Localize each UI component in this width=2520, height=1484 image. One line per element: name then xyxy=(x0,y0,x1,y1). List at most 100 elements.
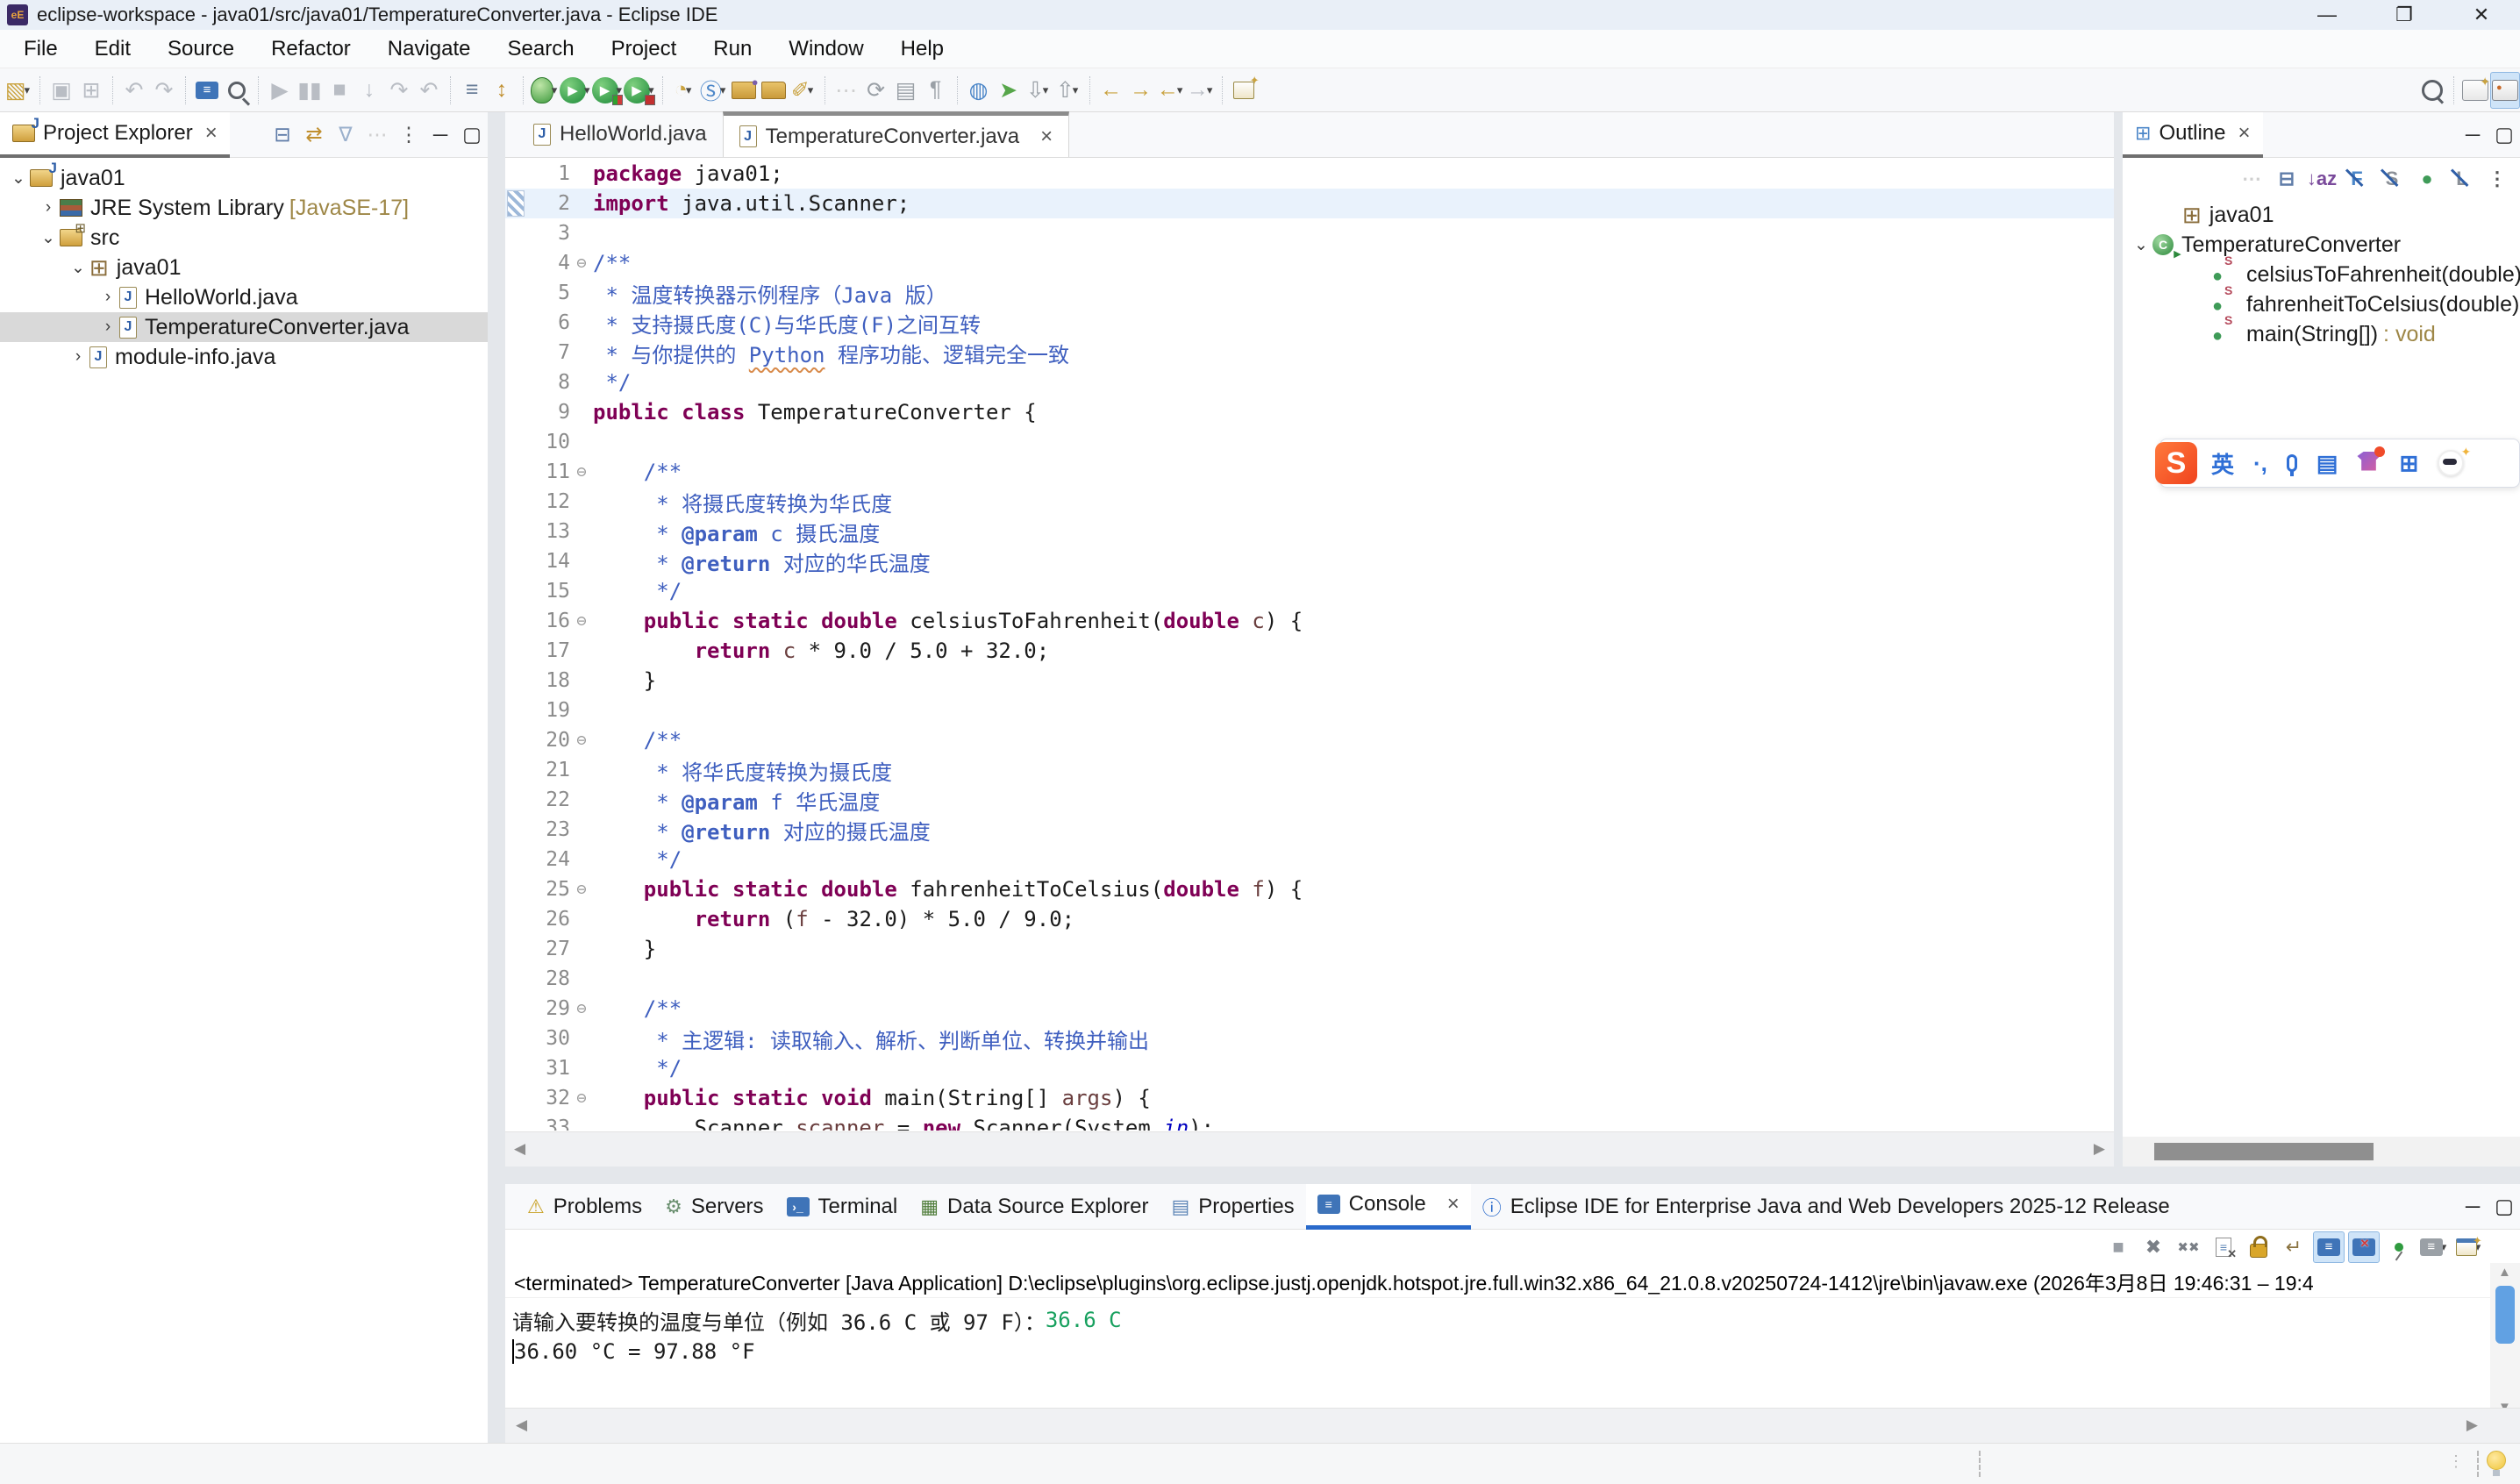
javaee-perspective-icon[interactable] xyxy=(2490,72,2520,109)
scroll-right-icon[interactable]: ▶ xyxy=(2094,1140,2105,1158)
maximize-icon[interactable]: ▢ xyxy=(2488,1188,2520,1226)
tab-console[interactable]: ≡Console× xyxy=(1306,1184,1471,1230)
code-line-27[interactable]: 27 } xyxy=(505,934,2114,964)
code-line-31[interactable]: 31 */ xyxy=(505,1053,2114,1083)
close-icon[interactable]: × xyxy=(1040,125,1053,149)
step-over-icon[interactable]: ↷ xyxy=(384,72,414,109)
editor-tab-temperatureconverter-java[interactable]: JTemperatureConverter.java× xyxy=(723,111,1070,157)
new-web-artifact-icon[interactable]: ◔▾ xyxy=(669,72,699,109)
code-line-29[interactable]: 29⊖ /** xyxy=(505,994,2114,1024)
view-menu-icon[interactable]: ⋮ xyxy=(2480,161,2515,196)
code-line-5[interactable]: 5 * 温度转换器示例程序（Java 版） xyxy=(505,278,2114,308)
open-terminal-icon[interactable] xyxy=(192,72,222,109)
export-icon[interactable] xyxy=(759,72,789,109)
hide-static-members-icon[interactable]: S xyxy=(2374,161,2409,196)
code-line-21[interactable]: 21 * 将华氏度转换为摄氏度 xyxy=(505,755,2114,785)
chevron-right-icon[interactable]: › xyxy=(96,288,119,307)
menu-refactor[interactable]: Refactor xyxy=(253,30,369,68)
code-line-16[interactable]: 16⊖ public static double celsiusToFahren… xyxy=(505,606,2114,636)
code-line-11[interactable]: 11⊖ /** xyxy=(505,457,2114,487)
editor-horizontal-scrollbar[interactable]: ◀ ▶ xyxy=(505,1131,2114,1167)
tab-problems[interactable]: ⚠Problems xyxy=(516,1184,653,1230)
display-selected-console-icon[interactable]: ▾ xyxy=(2418,1231,2450,1263)
outline-item-main-string-[interactable]: ●Smain(String[]) : void xyxy=(2123,319,2520,349)
tree-item-java01[interactable]: ⌄⊞java01 xyxy=(0,253,488,282)
maximize-icon[interactable]: ▢ xyxy=(456,116,488,154)
filter-icon[interactable]: ∇ xyxy=(330,116,361,154)
link-with-editor-icon[interactable] xyxy=(1229,72,1259,109)
chevron-right-icon[interactable]: › xyxy=(96,317,119,337)
close-icon[interactable]: × xyxy=(2238,121,2250,146)
show-stdout-icon[interactable] xyxy=(2313,1231,2345,1263)
coverage-icon[interactable]: ▶▾ xyxy=(592,72,625,109)
scroll-up-icon[interactable]: ▲ xyxy=(2498,1265,2511,1280)
code-line-15[interactable]: 15 */ xyxy=(505,576,2114,606)
collaboration-icon[interactable]: ⋯ xyxy=(832,72,861,109)
dropdown-arrow-icon[interactable]: ▾ xyxy=(1043,83,1049,97)
scroll-left-icon[interactable]: ◀ xyxy=(514,1140,525,1158)
dropdown-arrow-icon[interactable]: ▾ xyxy=(584,83,590,97)
tab-servers[interactable]: ⚙Servers xyxy=(653,1184,775,1230)
notifications-icon[interactable] xyxy=(2487,1451,2506,1470)
code-line-19[interactable]: 19 xyxy=(505,696,2114,725)
resume-icon[interactable]: ▶ xyxy=(265,72,295,109)
menu-navigate[interactable]: Navigate xyxy=(369,30,489,68)
search-dialog-icon[interactable] xyxy=(222,72,252,109)
terminate-icon[interactable]: ■ xyxy=(2102,1231,2134,1263)
fold-collapse-icon[interactable]: ⊖ xyxy=(570,611,593,631)
menu-edit[interactable]: Edit xyxy=(76,30,149,68)
pin-console-icon[interactable] xyxy=(2383,1231,2415,1263)
console-vertical-scrollbar[interactable]: ▲ ▼ xyxy=(2490,1263,2520,1416)
dropdown-arrow-icon[interactable]: ▾ xyxy=(1177,83,1183,97)
collaboration-icon[interactable]: ⋯ xyxy=(361,116,393,154)
dropdown-arrow-icon[interactable]: ▾ xyxy=(720,83,726,97)
tree-item-src[interactable]: ⌄src xyxy=(0,223,488,253)
tab-properties[interactable]: ▤Properties xyxy=(1160,1184,1305,1230)
scroll-right-icon[interactable]: ▶ xyxy=(2466,1416,2478,1434)
menu-source[interactable]: Source xyxy=(149,30,253,68)
code-line-17[interactable]: 17 return c * 9.0 / 5.0 + 32.0; xyxy=(505,636,2114,666)
show-whitespace-icon[interactable]: ¶ xyxy=(921,72,951,109)
remove-launch-icon[interactable]: ✖ xyxy=(2138,1231,2169,1263)
scroll-left-icon[interactable]: ◀ xyxy=(516,1416,527,1434)
ime-microphone-icon[interactable] xyxy=(2287,454,2297,472)
dropdown-arrow-icon[interactable]: ▾ xyxy=(686,83,692,97)
chevron-right-icon[interactable]: › xyxy=(37,198,60,218)
dropdown-arrow-icon[interactable]: ▾ xyxy=(552,83,558,97)
minimize-icon[interactable]: ─ xyxy=(2457,1188,2488,1226)
code-line-14[interactable]: 14 * @return 对应的华氏温度 xyxy=(505,546,2114,576)
outline-horizontal-scrollbar[interactable] xyxy=(2123,1137,2520,1167)
window-restore-button[interactable]: ❐ xyxy=(2366,0,2443,30)
ime-keyboard-icon[interactable]: ▤ xyxy=(2317,450,2338,477)
code-line-25[interactable]: 25⊖ public static double fahrenheitToCel… xyxy=(505,874,2114,904)
tree-item-helloworld-java[interactable]: ›JHelloWorld.java xyxy=(0,282,488,312)
link-with-editor-icon[interactable]: ⇄ xyxy=(298,116,330,154)
dropdown-arrow-icon[interactable]: ▾ xyxy=(25,83,31,97)
maximize-icon[interactable]: ▢ xyxy=(2488,116,2520,154)
code-line-33[interactable]: 33 Scanner scanner = new Scanner(System.… xyxy=(505,1113,2114,1131)
save-icon[interactable]: ▣ xyxy=(46,72,76,109)
hide-non-public-icon[interactable]: ● xyxy=(2409,161,2445,196)
menu-file[interactable]: File xyxy=(5,30,76,68)
code-line-30[interactable]: 30 * 主逻辑: 读取输入、解析、判断单位、转换并输出 xyxy=(505,1024,2114,1053)
undo-icon[interactable]: ↶ xyxy=(119,72,149,109)
dropdown-arrow-icon[interactable]: ▾ xyxy=(1073,83,1079,97)
window-close-button[interactable]: ✕ xyxy=(2443,0,2520,30)
dropdown-arrow-icon[interactable]: ▾ xyxy=(808,83,814,97)
external-tools-icon[interactable]: ➤ xyxy=(994,72,1024,109)
fold-collapse-icon[interactable]: ⊖ xyxy=(570,999,593,1018)
tab-info[interactable]: ⓘEclipse IDE for Enterprise Java and Web… xyxy=(1471,1184,2181,1230)
previous-edit-location-icon[interactable]: ← xyxy=(1096,72,1126,109)
previous-annotation-icon[interactable]: ⇧▾ xyxy=(1053,72,1083,109)
run-icon[interactable]: ▶▾ xyxy=(560,72,592,109)
profile-icon[interactable]: ▶▾ xyxy=(624,72,656,109)
code-line-6[interactable]: 6 * 支持摄氏度(C)与华氏度(F)之间互转 xyxy=(505,308,2114,338)
code-line-18[interactable]: 18 } xyxy=(505,666,2114,696)
next-edit-location-icon[interactable]: → xyxy=(1126,72,1156,109)
ime-assistant-icon[interactable] xyxy=(2438,450,2464,476)
hide-local-types-icon[interactable]: L xyxy=(2445,161,2480,196)
editor-tab-helloworld-java[interactable]: JHelloWorld.java xyxy=(518,111,723,157)
fold-collapse-icon[interactable]: ⊖ xyxy=(570,1088,593,1108)
menu-window[interactable]: Window xyxy=(770,30,882,68)
code-line-12[interactable]: 12 * 将摄氏度转换为华氏度 xyxy=(505,487,2114,517)
